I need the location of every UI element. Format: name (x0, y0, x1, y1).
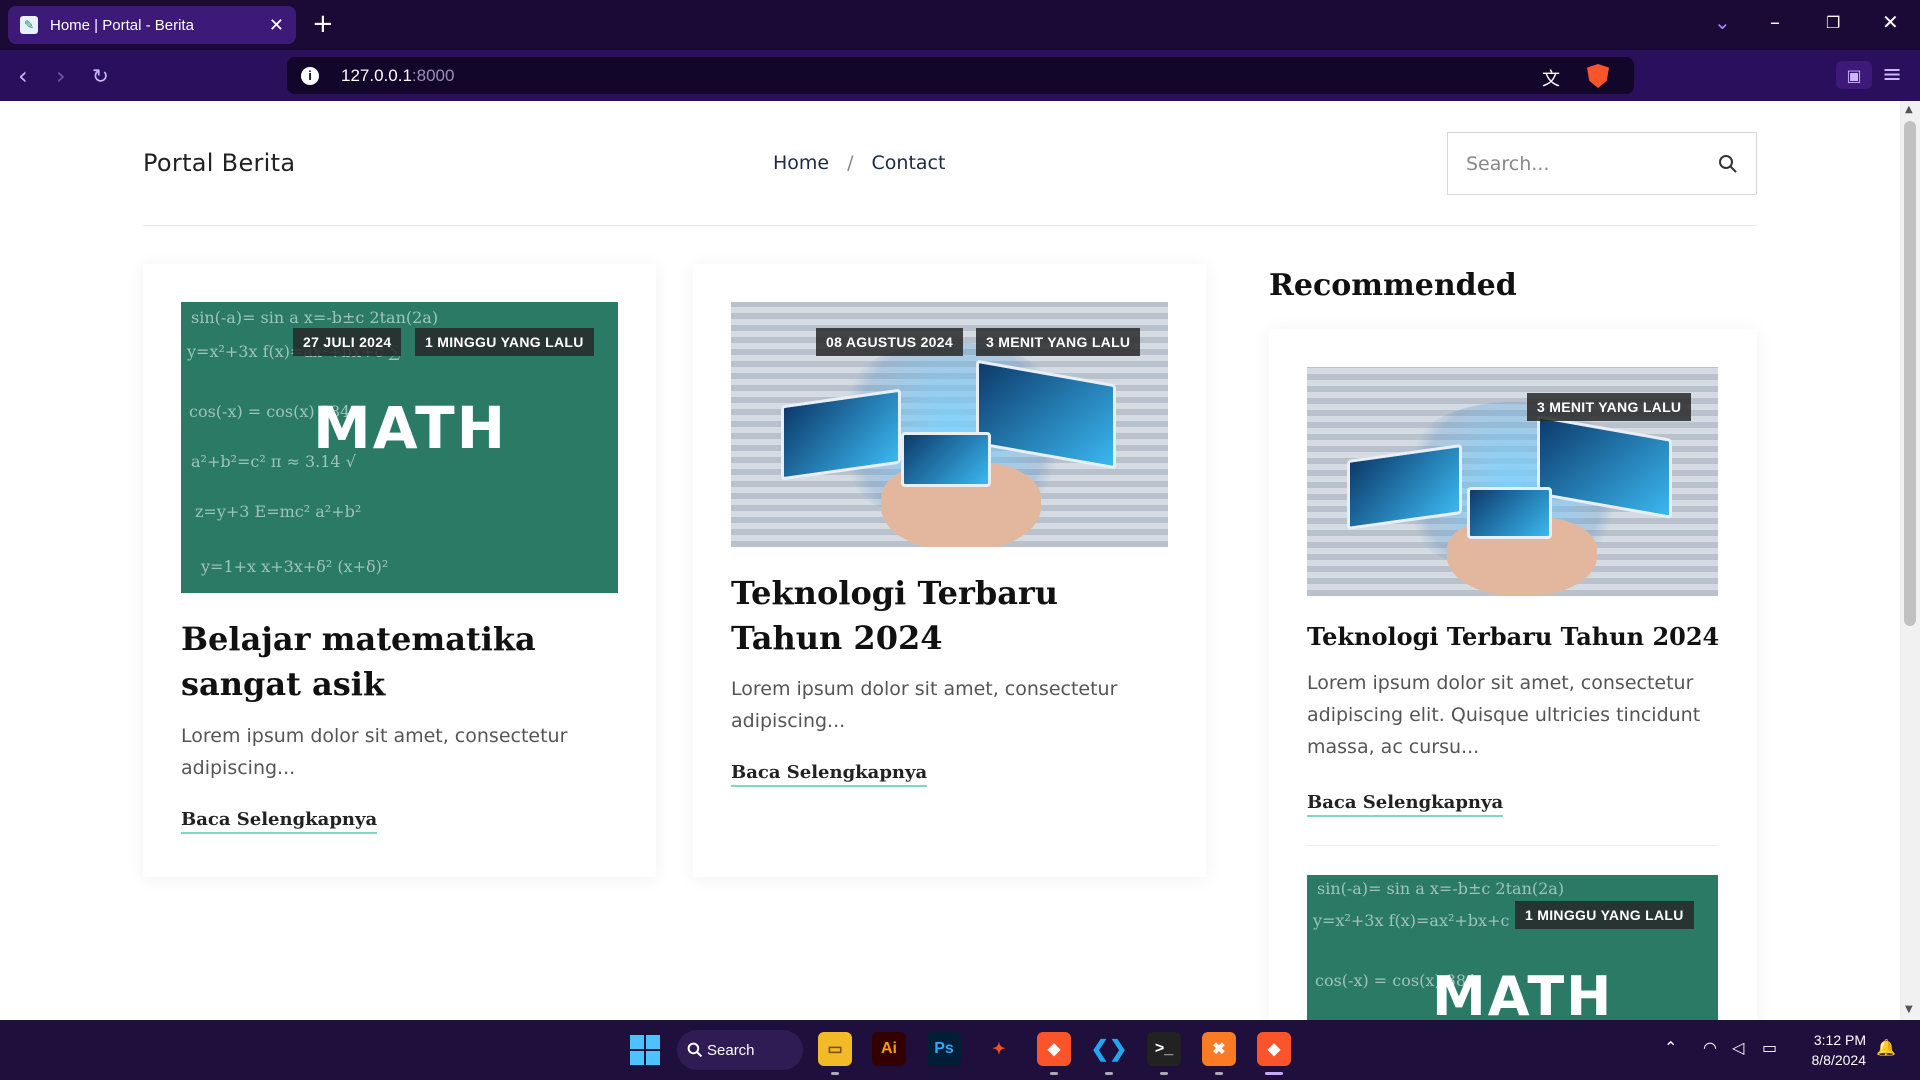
recommended-excerpt: Lorem ipsum dolor sit amet, consectetur … (1307, 672, 1701, 758)
file-explorer-icon[interactable]: ▭ (818, 1032, 852, 1066)
profile-icon[interactable]: ▣ (1836, 61, 1872, 89)
close-window-icon[interactable]: ✕ (1882, 10, 1899, 34)
recommended-heading: Recommended (1269, 268, 1517, 303)
wifi-icon[interactable]: ◠ (1703, 1038, 1717, 1057)
minimize-icon[interactable]: – (1770, 10, 1780, 34)
reload-icon[interactable]: ↻ (92, 64, 109, 88)
restore-icon[interactable]: ❐ (1826, 13, 1840, 32)
post-excerpt: Lorem ipsum dolor sit amet, consectetur … (181, 725, 568, 779)
site-brand[interactable]: Portal Berita (143, 149, 295, 177)
scrollbar-thumb[interactable] (1904, 121, 1916, 626)
nav-home-link[interactable]: Home (773, 152, 829, 174)
read-more-link[interactable]: Baca Selengkapnya (1307, 792, 1504, 817)
notifications-bell-icon[interactable]: 🔔 (1876, 1038, 1896, 1057)
xampp-icon[interactable]: ✖ (1202, 1032, 1236, 1066)
photoshop-icon[interactable]: Ps (927, 1032, 961, 1066)
site-info-icon[interactable]: i (301, 66, 319, 85)
running-indicator (831, 1072, 839, 1075)
taskbar-date: 8/8/2024 (1811, 1052, 1867, 1068)
active-indicator (1265, 1072, 1283, 1075)
site-favicon-icon: ✎ (20, 16, 38, 34)
browser-tabbar: ✎ Home | Portal - Berita ✕ + ⌄ – ❐ ✕ (0, 0, 1920, 50)
recommended-image[interactable]: 3 MENIT YANG LALU (1307, 367, 1718, 596)
scroll-up-icon[interactable]: ▲ (1905, 104, 1913, 115)
chalkboard-image: sin(-a)= sin a x=-b±c 2tan(2a) y=x²+3x f… (1307, 875, 1718, 1020)
post-card: sin(-a)= sin a x=-b±c 2tan(2a) y=x²+3x f… (143, 264, 656, 877)
post-image-label: MATH (313, 394, 508, 462)
read-more-link[interactable]: Baca Selengkapnya (181, 809, 378, 834)
tab-title: Home | Portal - Berita (50, 16, 194, 34)
new-tab-icon[interactable]: + (312, 10, 334, 38)
vscode-icon[interactable]: ❮❯ (1091, 1032, 1127, 1066)
url-port: :8000 (411, 65, 455, 85)
taskbar-search[interactable]: Search (677, 1030, 803, 1070)
post-title[interactable]: Teknologi Terbaru Tahun 2024 (731, 571, 1171, 661)
search-icon (687, 1042, 703, 1058)
search-box[interactable]: Search... (1447, 132, 1757, 195)
taskbar-search-label: Search (707, 1041, 755, 1059)
recommended-title[interactable]: Teknologi Terbaru Tahun 2024 (1307, 621, 1727, 653)
running-indicator (1160, 1072, 1168, 1075)
recommended-image[interactable]: sin(-a)= sin a x=-b±c 2tan(2a) y=x²+3x f… (1307, 875, 1718, 1020)
taskbar-time: 3:12 PM (1813, 1032, 1866, 1048)
post-image[interactable]: sin(-a)= sin a x=-b±c 2tan(2a) y=x²+3x f… (181, 302, 618, 593)
post-title[interactable]: Belajar matematika sangat asik (181, 617, 621, 707)
windows-start-icon[interactable] (630, 1035, 660, 1065)
read-more-link[interactable]: Baca Selengkapnya (731, 762, 928, 787)
running-indicator (1050, 1072, 1058, 1075)
figma-icon[interactable]: ✦ (982, 1032, 1016, 1066)
brave-browser-active-icon[interactable]: ◆ (1257, 1032, 1291, 1066)
post-date-badge: 27 JULI 2024 (293, 328, 402, 356)
post-card: 08 AGUSTUS 2024 3 MENIT YANG LALU Teknol… (693, 264, 1206, 877)
nav-contact-link[interactable]: Contact (872, 152, 946, 174)
volume-icon[interactable]: ◁ (1732, 1038, 1744, 1057)
post-ago-badge: 3 MENIT YANG LALU (976, 328, 1141, 356)
page-viewport: Portal Berita Home / Contact Search... s… (0, 101, 1900, 1020)
post-image[interactable]: 08 AGUSTUS 2024 3 MENIT YANG LALU (731, 302, 1168, 547)
recommended-ago-badge: 1 MINGGU YANG LALU (1515, 901, 1694, 929)
translate-icon[interactable]: 文 (1542, 65, 1560, 91)
terminal-icon[interactable]: >_ (1147, 1032, 1181, 1066)
forward-icon[interactable]: › (56, 62, 66, 90)
header-divider (143, 225, 1757, 226)
browser-tab[interactable]: ✎ Home | Portal - Berita ✕ (8, 6, 296, 44)
post-ago-badge: 1 MINGGU YANG LALU (415, 328, 594, 356)
battery-icon[interactable]: ▭ (1762, 1038, 1777, 1057)
tab-search-chevron-icon[interactable]: ⌄ (1714, 10, 1731, 34)
menu-icon[interactable]: ≡ (1882, 60, 1902, 88)
search-input[interactable]: Search... (1466, 153, 1718, 175)
running-indicator (1215, 1072, 1223, 1075)
recommended-image-label: MATH (1432, 965, 1614, 1020)
back-icon[interactable]: ‹ (18, 62, 28, 90)
recommended-divider (1307, 845, 1718, 846)
scroll-down-icon[interactable]: ▼ (1905, 1004, 1913, 1015)
post-date-badge: 08 AGUSTUS 2024 (816, 328, 963, 356)
taskbar-clock[interactable]: 3:12 PM 8/8/2024 (1812, 1030, 1867, 1070)
main-nav: Home / Contact (773, 152, 945, 174)
close-tab-icon[interactable]: ✕ (269, 15, 284, 36)
browser-toolbar: ‹ › ↻ i 127.0.0.1:8000 文 (0, 50, 1920, 101)
post-excerpt: Lorem ipsum dolor sit amet, consectetur … (731, 678, 1118, 732)
show-hidden-icons-chevron-icon[interactable]: ⌃ (1664, 1038, 1677, 1057)
nav-separator: / (847, 152, 854, 174)
windows-taskbar: Search ▭ Ai Ps ✦ ◆ ❮❯ >_ ✖ ◆ ⌃ ◠ ◁ ▭ 3:1… (0, 1020, 1920, 1080)
address-bar[interactable]: i 127.0.0.1:8000 文 (287, 57, 1634, 94)
brave-browser-icon[interactable]: ◆ (1037, 1032, 1071, 1066)
search-icon[interactable] (1718, 154, 1738, 174)
url-host: 127.0.0.1 (341, 65, 412, 85)
running-indicator (1105, 1072, 1113, 1075)
recommended-ago-badge: 3 MENIT YANG LALU (1527, 393, 1692, 421)
recommended-panel: 3 MENIT YANG LALU Teknologi Terbaru Tahu… (1269, 329, 1757, 1020)
illustrator-icon[interactable]: Ai (872, 1032, 906, 1066)
page-scrollbar[interactable]: ▲ ▼ (1900, 101, 1920, 1020)
